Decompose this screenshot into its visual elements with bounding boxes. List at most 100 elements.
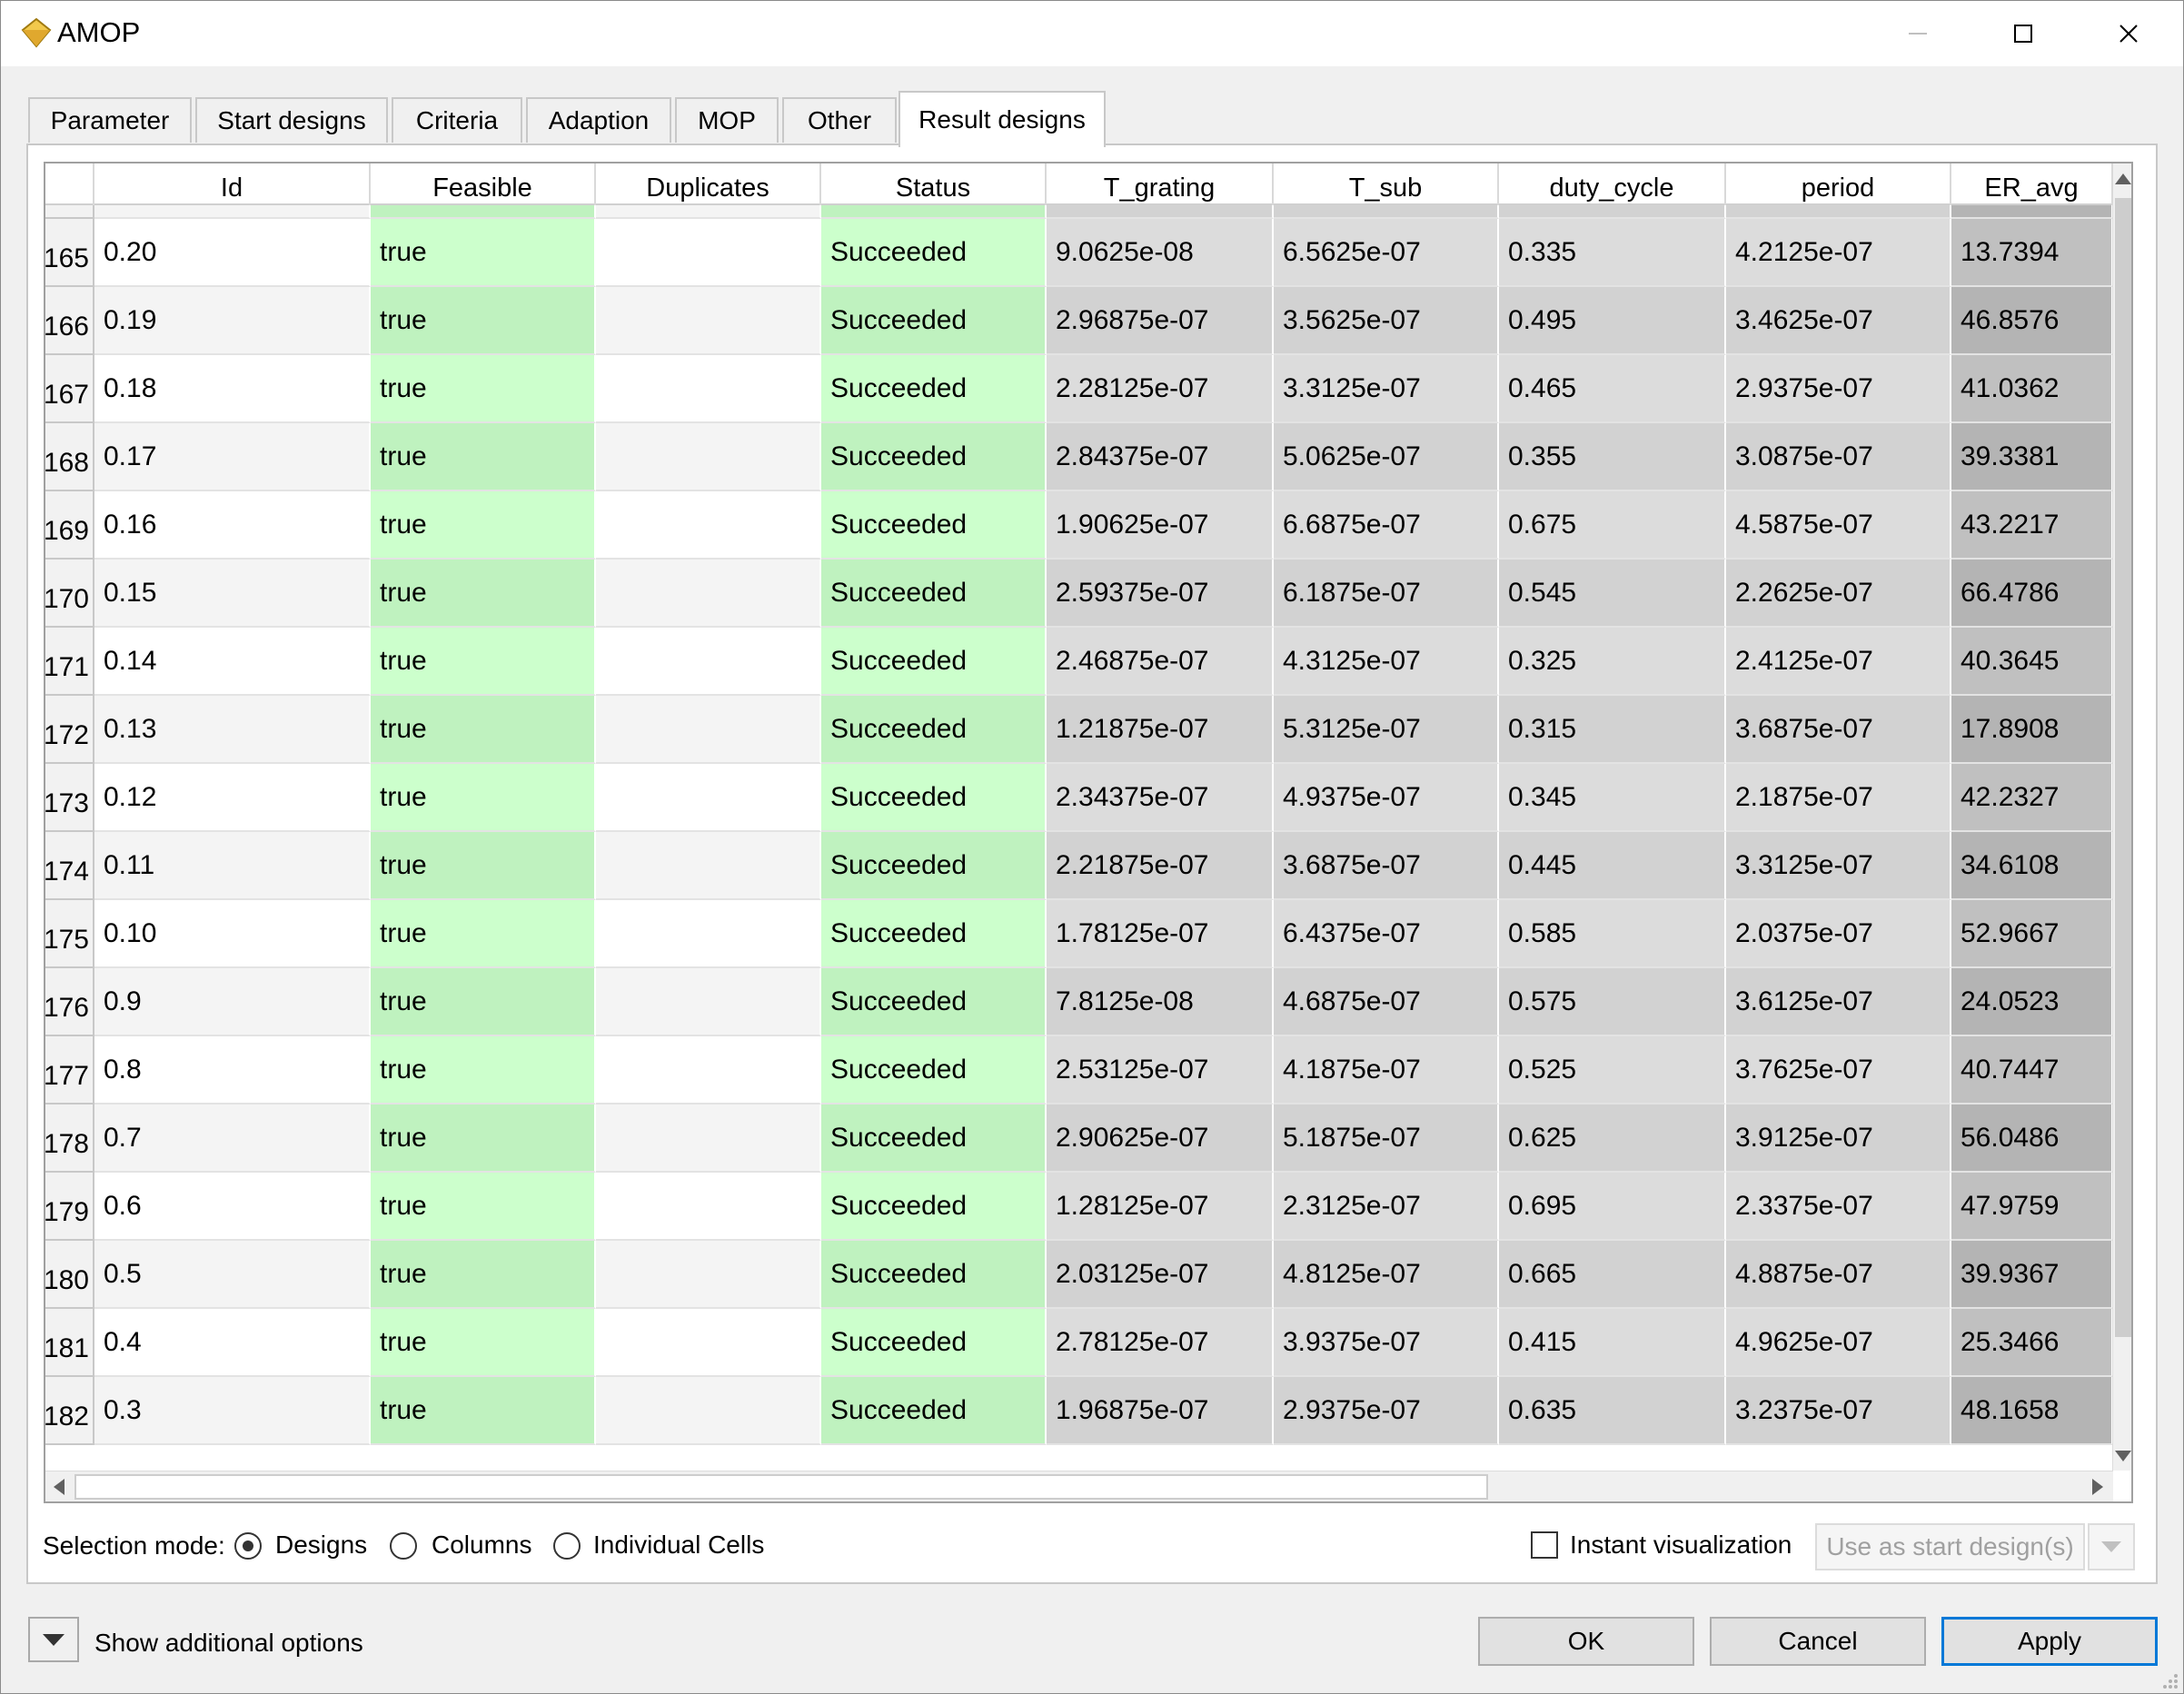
cell-t-sub[interactable]: 5.1875e-07 — [1274, 1105, 1499, 1173]
cell-t-grating[interactable]: 1.21875e-07 — [1047, 696, 1274, 764]
vertical-scrollbar[interactable] — [2112, 163, 2131, 1471]
tab-criteria[interactable]: Criteria — [392, 97, 522, 143]
use-as-start-designs-button[interactable]: Use as start design(s) — [1815, 1523, 2085, 1570]
apply-button[interactable]: Apply — [1941, 1617, 2158, 1666]
cell-duplicates[interactable] — [596, 832, 821, 900]
cell-t-sub[interactable]: 6.5625e-07 — [1274, 219, 1499, 287]
cell-status[interactable]: Succeeded — [821, 900, 1047, 968]
cell-id[interactable]: 0.5 — [94, 1241, 371, 1309]
row-number-cell[interactable]: 172 — [45, 696, 94, 764]
table-row[interactable]: 167 0.18 true Succeeded 2.28125e-07 3.3125e-0… — [45, 355, 2113, 423]
cell-id[interactable]: 0.16 — [94, 491, 371, 560]
column-header-feasible[interactable]: Feasible — [371, 163, 596, 205]
column-header-t-grating[interactable]: T_grating — [1047, 163, 1274, 205]
cell-t-grating[interactable]: 2.78125e-07 — [1047, 1309, 1274, 1377]
cell-t-sub[interactable]: 2.3125e-07 — [1274, 1173, 1499, 1241]
cell-status[interactable]: Succeeded — [821, 628, 1047, 696]
cell-t-grating[interactable]: 2.59375e-07 — [1047, 560, 1274, 628]
cell-id[interactable]: 0.8 — [94, 1036, 371, 1105]
cell-duty-cycle[interactable]: 0.625 — [1499, 1105, 1726, 1173]
row-number-cell[interactable]: 170 — [45, 560, 94, 628]
cell-status[interactable]: Succeeded — [821, 696, 1047, 764]
cell-duty-cycle[interactable]: 0.545 — [1499, 560, 1726, 628]
column-header-id[interactable]: Id — [94, 163, 371, 205]
cell-t-grating[interactable]: 1.28125e-07 — [1047, 1173, 1274, 1241]
cell-er-avg[interactable]: 25.3466 — [1951, 1309, 2113, 1377]
cell-duty-cycle[interactable]: 0.415 — [1499, 1309, 1726, 1377]
table-row[interactable]: 166 0.19 true Succeeded 2.96875e-07 3.5625e-0… — [45, 287, 2113, 355]
cell-status[interactable]: Succeeded — [821, 1241, 1047, 1309]
radio-individual-cells-label[interactable]: Individual Cells — [593, 1529, 764, 1561]
cell-t-grating[interactable]: 2.90625e-07 — [1047, 1105, 1274, 1173]
column-header-t-sub[interactable]: T_sub — [1274, 163, 1499, 205]
cell-duty-cycle[interactable]: 0.675 — [1499, 491, 1726, 560]
cell-duplicates[interactable] — [596, 560, 821, 628]
cell-duty-cycle[interactable]: 0.525 — [1499, 1036, 1726, 1105]
cell-t-grating[interactable]: 2.34375e-07 — [1047, 764, 1274, 832]
cell-status[interactable]: Succeeded — [821, 1377, 1047, 1445]
cell-id[interactable]: 0.9 — [94, 968, 371, 1036]
table-row[interactable]: 179 0.6 true Succeeded 1.28125e-07 2.3125e-07… — [45, 1173, 2113, 1241]
cell-duty-cycle[interactable]: 0.465 — [1499, 355, 1726, 423]
show-additional-options-label[interactable]: Show additional options — [94, 1627, 363, 1659]
cell-er-avg[interactable]: 41.0362 — [1951, 355, 2113, 423]
cell-feasible[interactable]: true — [371, 287, 596, 355]
row-number-cell[interactable]: 171 — [45, 628, 94, 696]
cell-duplicates[interactable] — [596, 696, 821, 764]
tab-mop[interactable]: MOP — [675, 97, 779, 143]
cell-er-avg[interactable]: 46.8576 — [1951, 287, 2113, 355]
cell-id[interactable]: 0.19 — [94, 287, 371, 355]
row-number-cell[interactable]: 169 — [45, 491, 94, 560]
cell-feasible[interactable]: true — [371, 1241, 596, 1309]
cell-id[interactable]: 0.6 — [94, 1173, 371, 1241]
cell-duty-cycle[interactable]: 0.495 — [1499, 287, 1726, 355]
cell-duty-cycle[interactable]: 0.445 — [1499, 832, 1726, 900]
cell-er-avg[interactable]: 47.9759 — [1951, 1173, 2113, 1241]
cell-er-avg[interactable]: 24.0523 — [1951, 968, 2113, 1036]
cell-duplicates[interactable] — [596, 1036, 821, 1105]
ok-button[interactable]: OK — [1478, 1617, 1694, 1666]
column-header-duplicates[interactable]: Duplicates — [596, 163, 821, 205]
table-row[interactable]: 169 0.16 true Succeeded 1.90625e-07 6.6875e-0… — [45, 491, 2113, 560]
cell-id[interactable]: 0.12 — [94, 764, 371, 832]
cell-er-avg[interactable]: 56.0486 — [1951, 1105, 2113, 1173]
cell-period[interactable]: 3.9125e-07 — [1726, 1105, 1951, 1173]
cell-t-grating[interactable]: 2.96875e-07 — [1047, 287, 1274, 355]
cell-feasible[interactable]: true — [371, 900, 596, 968]
table-row[interactable]: 173 0.12 true Succeeded 2.34375e-07 4.9375e-0… — [45, 764, 2113, 832]
cell-t-sub[interactable]: 5.0625e-07 — [1274, 423, 1499, 491]
cell-status[interactable]: Succeeded — [821, 560, 1047, 628]
scroll-left-arrow-icon[interactable] — [47, 1471, 71, 1501]
radio-individual-cells[interactable] — [553, 1532, 581, 1560]
cell-t-grating[interactable]: 1.90625e-07 — [1047, 491, 1274, 560]
row-number-cell[interactable]: 167 — [45, 355, 94, 423]
cancel-button[interactable]: Cancel — [1710, 1617, 1926, 1666]
cell-er-avg[interactable]: 43.2217 — [1951, 491, 2113, 560]
cell-id[interactable]: 0.20 — [94, 219, 371, 287]
cell-er-avg[interactable]: 17.8908 — [1951, 696, 2113, 764]
cell-period[interactable]: 2.4125e-07 — [1726, 628, 1951, 696]
radio-designs[interactable] — [234, 1532, 262, 1560]
cell-period[interactable]: 4.2125e-07 — [1726, 219, 1951, 287]
cell-t-sub[interactable]: 6.1875e-07 — [1274, 560, 1499, 628]
radio-columns-label[interactable]: Columns — [432, 1529, 531, 1561]
cell-er-avg[interactable]: 39.9367 — [1951, 1241, 2113, 1309]
cell-duplicates[interactable] — [596, 1105, 821, 1173]
table-row[interactable]: 175 0.10 true Succeeded 1.78125e-07 6.4375e-0… — [45, 900, 2113, 968]
minimize-button[interactable] — [1867, 1, 1969, 66]
row-number-cell[interactable]: 179 — [45, 1173, 94, 1241]
cell-duplicates[interactable] — [596, 423, 821, 491]
row-number-cell[interactable]: 181 — [45, 1309, 94, 1377]
radio-columns[interactable] — [390, 1532, 417, 1560]
cell-t-sub[interactable]: 4.9375e-07 — [1274, 764, 1499, 832]
cell-id[interactable]: 0.11 — [94, 832, 371, 900]
cell-t-sub[interactable]: 4.3125e-07 — [1274, 628, 1499, 696]
cell-duplicates[interactable] — [596, 355, 821, 423]
cell-t-sub[interactable]: 3.9375e-07 — [1274, 1309, 1499, 1377]
instant-visualization-checkbox[interactable] — [1531, 1531, 1558, 1559]
column-header-period[interactable]: period — [1726, 163, 1951, 205]
cell-t-grating[interactable]: 2.84375e-07 — [1047, 423, 1274, 491]
table-row[interactable]: 181 0.4 true Succeeded 2.78125e-07 3.9375e-07… — [45, 1309, 2113, 1377]
row-number-cell[interactable]: 165 — [45, 219, 94, 287]
cell-status[interactable]: Succeeded — [821, 1105, 1047, 1173]
